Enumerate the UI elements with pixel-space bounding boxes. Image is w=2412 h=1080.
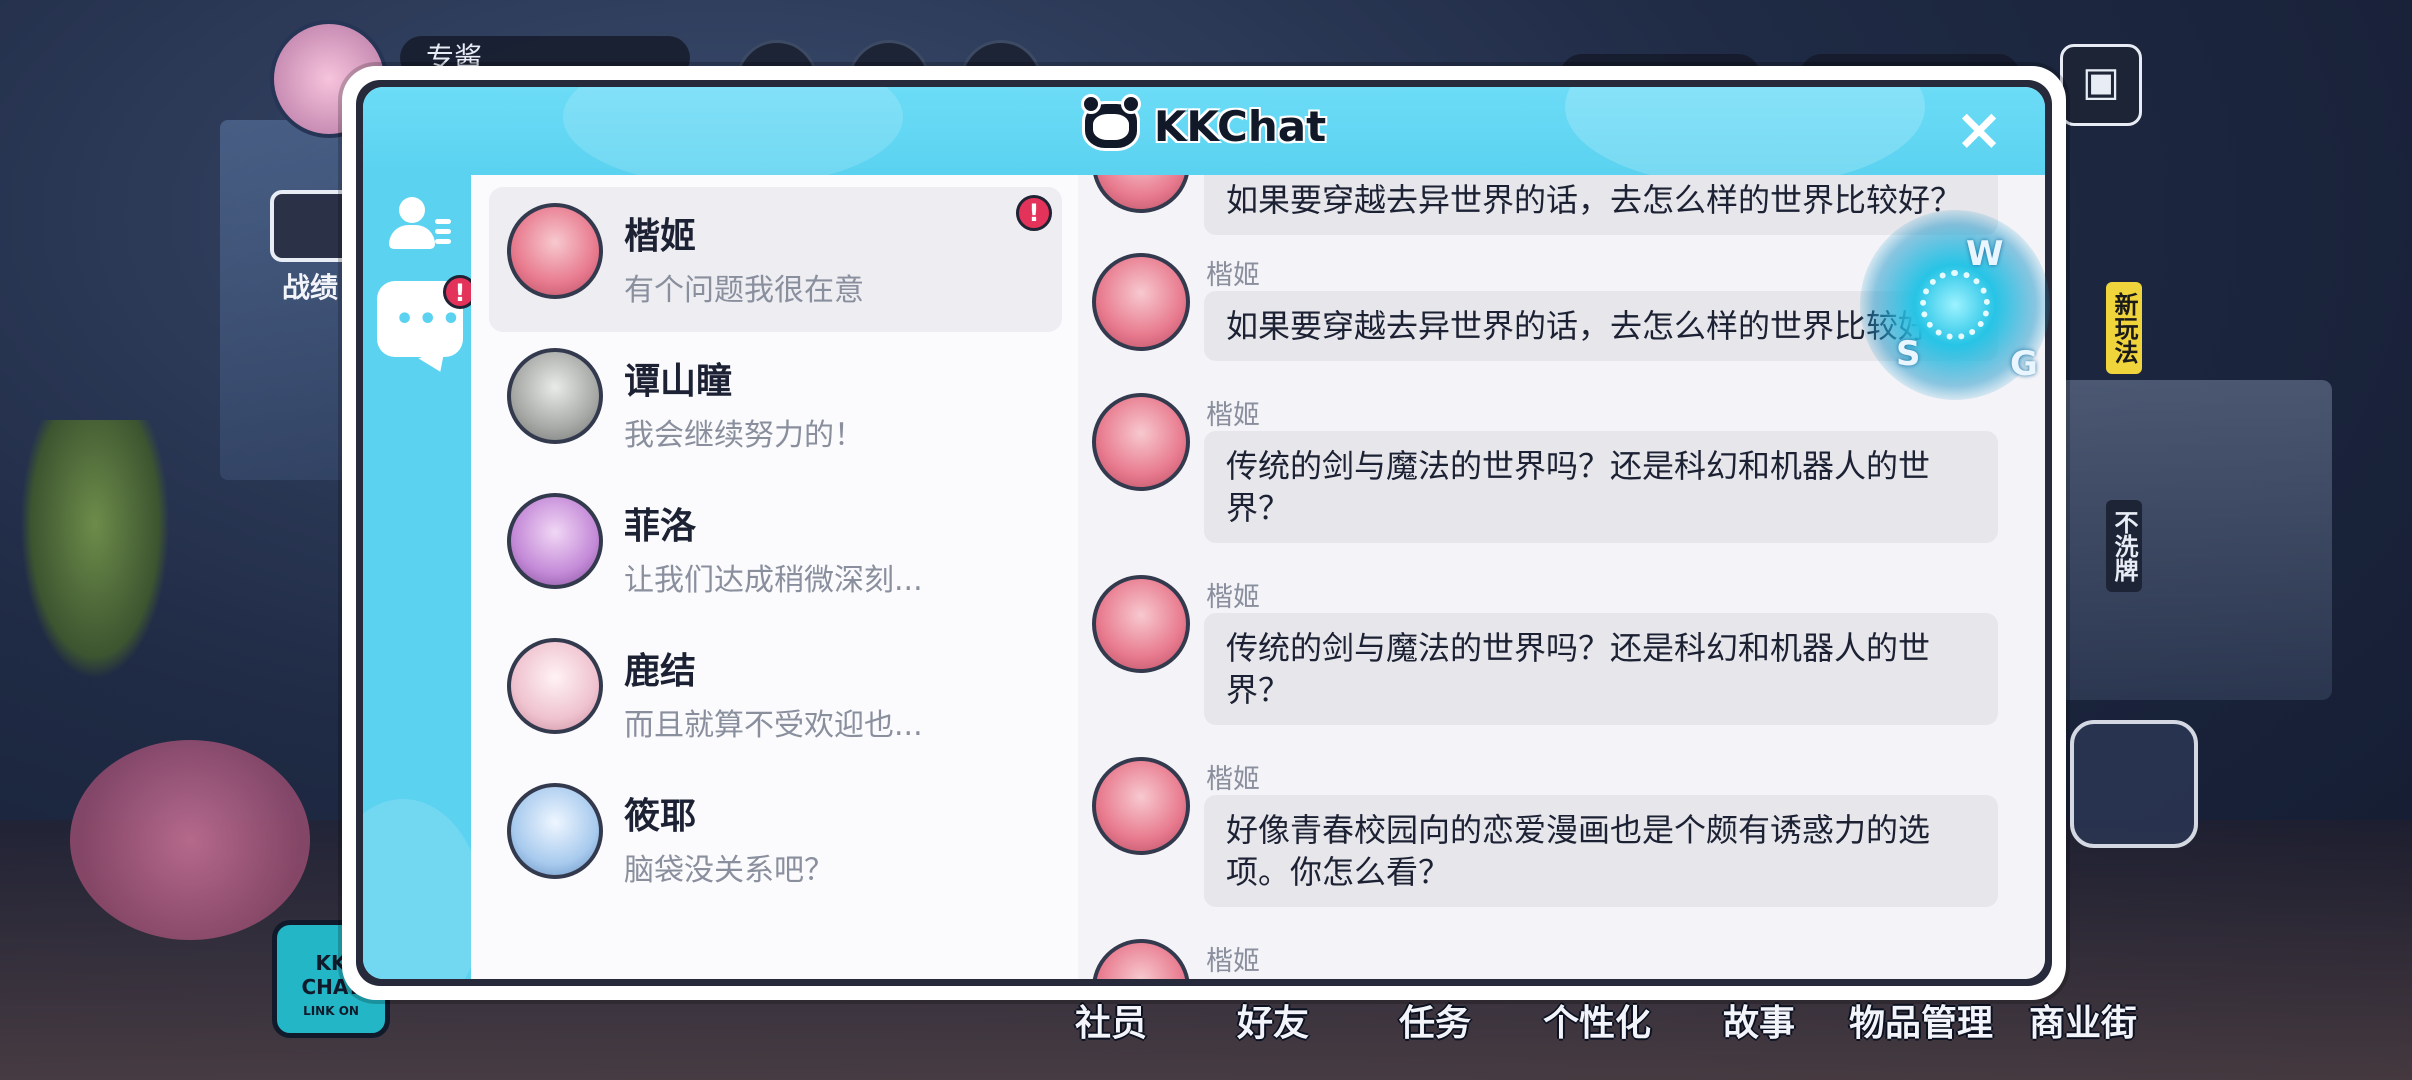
unread-alert-badge: ! [1016, 195, 1052, 231]
avatar [507, 783, 603, 879]
chat-sidebar: ••• ! [363, 175, 483, 979]
contact-item-tanshantong[interactable]: 谭山瞳 我会继续努力的！ [489, 332, 1062, 477]
bottom-navigation: 社员 好友 任务 个性化 故事 物品管理 商业街 [1030, 994, 2164, 1046]
kkchat-modal-frame: KKChat × ••• ! 楷姬 有个问题我很在意 ! 谭山瞳 我会继续努力的… [356, 80, 2052, 986]
contact-name: 鹿结 [624, 651, 697, 692]
gallery-icon[interactable]: ▣ [2060, 44, 2142, 126]
contacts-tab-icon[interactable] [389, 195, 451, 255]
kkchat-modal: KKChat × ••• ! 楷姬 有个问题我很在意 ! 谭山瞳 我会继续努力的… [342, 66, 2066, 1000]
new-mode-tag[interactable]: 新玩法 [2106, 282, 2142, 374]
message-sender: 楷姬 [1206, 260, 1260, 291]
message-sender: 楷姬 [1206, 582, 1260, 613]
contact-item-kaiji[interactable]: 楷姬 有个问题我很在意 ! [489, 187, 1062, 332]
modal-title-text: KKChat [1153, 101, 1327, 151]
avatar [1092, 253, 1190, 351]
contact-item-xiaoye[interactable]: 筱耶 脑袋没关系吧？ [489, 767, 1062, 912]
avatar [507, 348, 603, 444]
message-sender: 楷姬 [1206, 946, 1260, 977]
avatar [1092, 393, 1190, 491]
nav-members[interactable]: 社员 [1030, 994, 1192, 1046]
avatar [507, 493, 603, 589]
rail-decoration [363, 799, 483, 979]
avatar [1092, 575, 1190, 673]
nav-story[interactable]: 故事 [1678, 994, 1840, 1046]
kkchat-modal-content: KKChat × ••• ! 楷姬 有个问题我很在意 ! 谭山瞳 我会继续努力的… [363, 87, 2045, 979]
record-label: 战绩 [282, 271, 339, 304]
nav-personalize[interactable]: 个性化 [1516, 994, 1678, 1046]
message-bubble: 如果要穿越去异世界的话，去怎么样的世界比较好？ [1204, 175, 1998, 235]
background-plush [70, 740, 310, 940]
modal-header: KKChat × [363, 87, 2045, 187]
avatar [1092, 175, 1190, 213]
contact-preview: 有个问题我很在意 [624, 273, 864, 308]
message-sender: 楷姬 [1206, 400, 1260, 431]
gear-icon [1920, 270, 1990, 340]
nav-items[interactable]: 物品管理 [1840, 994, 2002, 1046]
widget-letter: W [1966, 234, 2004, 274]
side-panel-button[interactable] [2070, 720, 2198, 848]
contact-preview: 我会继续努力的！ [624, 418, 864, 453]
contact-item-feiluo[interactable]: 菲洛 让我们达成稍微深刻... [489, 477, 1062, 622]
nav-shop[interactable]: 商业街 [2002, 994, 2164, 1046]
nav-friends[interactable]: 好友 [1192, 994, 1354, 1046]
background-plant [20, 420, 170, 680]
close-button[interactable]: × [1953, 100, 2005, 158]
avatar [1092, 939, 1190, 979]
contact-item-lujie[interactable]: 鹿结 而且就算不受欢迎也... [489, 622, 1062, 767]
contact-list: 楷姬 有个问题我很在意 ! 谭山瞳 我会继续努力的！ 菲洛 让我们达成稍微深刻.… [471, 175, 1078, 979]
message-bubble: 好像青春校园向的恋爱漫画也是个颇有诱惑力的选项。你怎么看？ [1204, 795, 1998, 907]
message-bubble: 传统的剑与魔法的世界吗？还是科幻和机器人的世界？ [1204, 431, 1998, 543]
avatar [1092, 757, 1190, 855]
no-shuffle-tag[interactable]: 不洗牌 [2106, 500, 2142, 592]
widget-letter: S [1896, 334, 1921, 374]
contact-name: 筱耶 [624, 796, 697, 837]
contact-name: 谭山瞳 [624, 361, 733, 402]
contact-preview: 让我们达成稍微深刻... [624, 563, 923, 598]
contact-name: 菲洛 [624, 506, 697, 547]
contact-preview: 脑袋没关系吧？ [624, 853, 834, 888]
avatar [507, 203, 603, 299]
contact-name: 楷姬 [624, 216, 697, 257]
kkchat-bear-icon [1080, 94, 1141, 151]
kkchat-launcher-line3: LINK ON [303, 1004, 359, 1018]
message-sender: 楷姬 [1206, 764, 1260, 795]
widget-letter: G [2010, 344, 2038, 384]
nav-tasks[interactable]: 任务 [1354, 994, 1516, 1046]
floating-gear-widget[interactable]: W S G [1860, 210, 2050, 400]
modal-title: KKChat [363, 94, 2045, 151]
avatar [507, 638, 603, 734]
contact-preview: 而且就算不受欢迎也... [624, 708, 923, 743]
message-bubble: 传统的剑与魔法的世界吗？还是科幻和机器人的世界？ [1204, 613, 1998, 725]
